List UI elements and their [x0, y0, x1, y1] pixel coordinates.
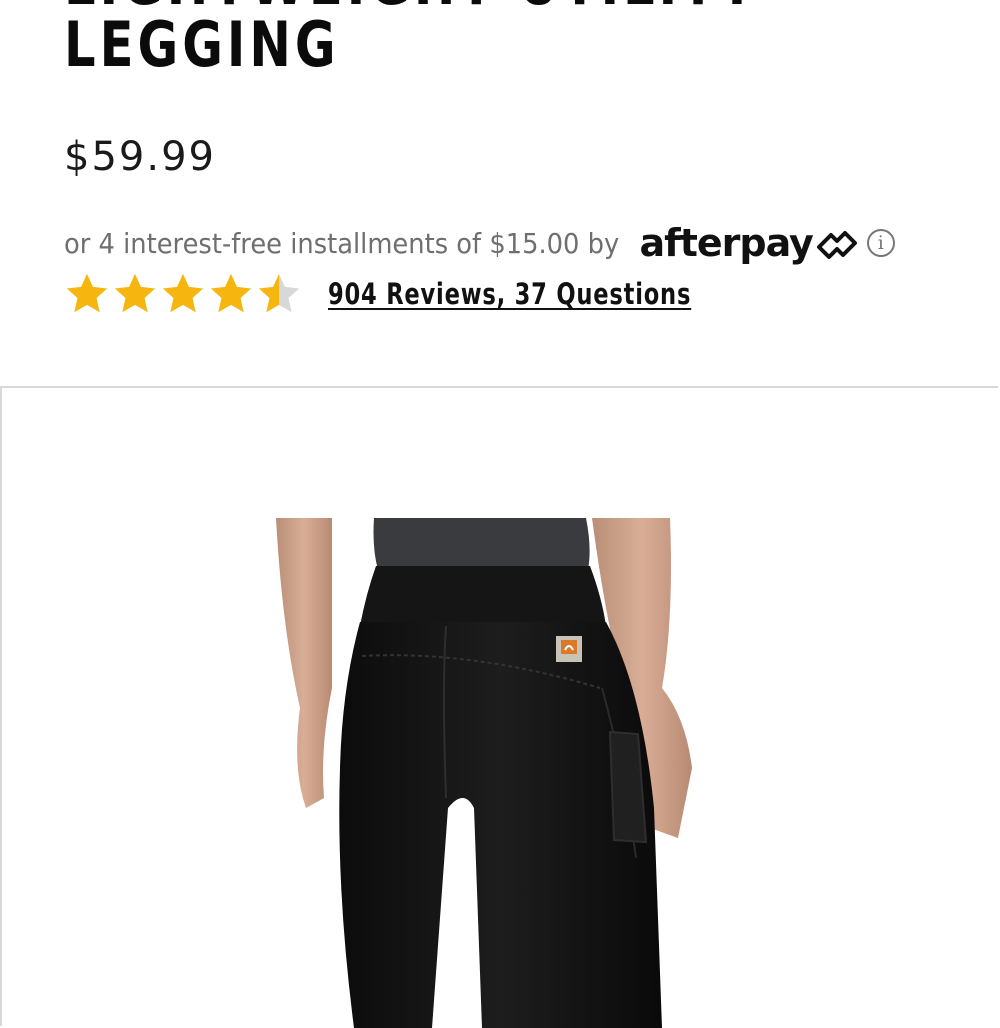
afterpay-arrows-icon: [816, 231, 857, 259]
product-image-gallery[interactable]: [0, 386, 998, 1028]
star-icon: [210, 273, 252, 313]
afterpay-logo-text: afterpay: [639, 221, 814, 265]
rating-row: 904 Reviews, 37 Questions: [64, 268, 794, 320]
reviews-questions-link[interactable]: 904 Reviews, 37 Questions: [328, 277, 691, 311]
star-icon: [66, 273, 108, 313]
product-price: $59.99: [64, 134, 216, 180]
info-icon[interactable]: i: [866, 229, 895, 257]
star-rating: [64, 271, 302, 317]
afterpay-installments: or 4 interest-free installments of $15.0…: [64, 220, 895, 266]
star-icon: [114, 273, 156, 313]
star-icon: [162, 273, 204, 313]
product-title: LIGHTWEIGHT UTILITY LEGGING: [64, 0, 759, 76]
product-photo: [2, 388, 998, 1028]
star-icon: [258, 273, 300, 313]
installments-text: or 4 interest-free installments of $15.0…: [64, 226, 620, 260]
product-title-line-2: LEGGING: [64, 8, 340, 81]
afterpay-logo: afterpay: [640, 221, 859, 265]
